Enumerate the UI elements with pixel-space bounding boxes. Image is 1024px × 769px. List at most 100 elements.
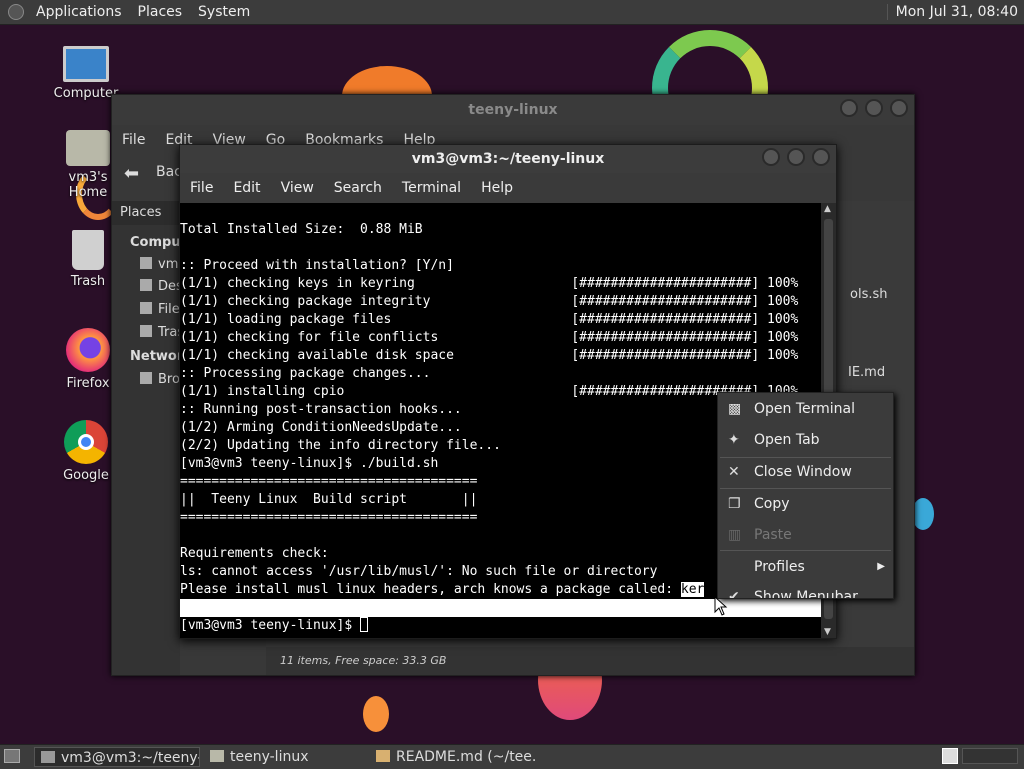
- context-menu: ▩ Open Terminal ✦ Open Tab ✕ Close Windo…: [717, 392, 894, 599]
- file-item[interactable]: IE.md: [848, 365, 885, 380]
- shell-prompt: [vm3@vm3 teeny-linux]$: [180, 618, 361, 633]
- sidebar-item-label: Browse Network: [158, 372, 180, 387]
- menu-item-show-menubar[interactable]: ✔ Show Menubar: [718, 583, 893, 599]
- workspace-switcher[interactable]: [962, 748, 1018, 764]
- folder-icon: [210, 750, 224, 762]
- sidebar-heading-network: Network: [130, 349, 180, 364]
- window-controls: [762, 148, 830, 166]
- sidebar-item-filesystem[interactable]: File System: [140, 302, 180, 317]
- home-folder-icon: [66, 130, 110, 166]
- close-button[interactable]: [812, 148, 830, 166]
- sidebar-heading-computer: Computer: [130, 235, 180, 250]
- menu-item-paste: ▥ Paste: [718, 521, 893, 549]
- back-arrow-icon[interactable]: ⬅: [124, 163, 139, 184]
- taskbar-item-label: teeny-linux: [230, 749, 309, 765]
- taskbar-item-text-editor[interactable]: README.md (~/tee...: [370, 747, 536, 767]
- distro-logo-icon[interactable]: [8, 4, 24, 20]
- terminal-prompt-line[interactable]: [vm3@vm3 teeny-linux]$: [180, 617, 821, 635]
- sidebar-item-label: Trash: [158, 325, 180, 340]
- sidebar-item-home[interactable]: vm3: [140, 257, 180, 272]
- minimize-button[interactable]: [840, 99, 858, 117]
- menu-file[interactable]: File: [112, 132, 155, 148]
- install-hint-text: Please install musl linux headers, arch …: [180, 582, 681, 597]
- computer-icon: [63, 46, 109, 82]
- wallpaper-shape: [363, 696, 389, 732]
- menu-item-open-tab[interactable]: ✦ Open Tab: [718, 426, 893, 454]
- menu-item-label: Profiles: [754, 559, 805, 575]
- maximize-button[interactable]: [865, 99, 883, 117]
- menu-edit[interactable]: Edit: [223, 180, 270, 196]
- sidebar-item-label: vm3: [158, 257, 180, 272]
- copy-icon: ❐: [728, 496, 741, 512]
- show-desktop-icon[interactable]: [4, 749, 20, 763]
- terminal-line: (1/1) checking package integrity [######…: [180, 294, 799, 309]
- menu-help[interactable]: Help: [471, 180, 523, 196]
- taskbar-item-label: README.md (~/tee...: [396, 749, 536, 765]
- menu-item-label: Open Tab: [754, 432, 820, 448]
- window-title[interactable]: teeny-linux: [112, 95, 914, 125]
- window-title[interactable]: vm3@vm3:~/teeny-linux: [180, 145, 836, 173]
- menu-item-profiles[interactable]: Profiles ▶: [718, 553, 893, 581]
- text-cursor: [360, 617, 369, 632]
- terminal-line: (1/1) checking keys in keyring [########…: [180, 276, 799, 291]
- file-item[interactable]: ols.sh: [850, 287, 887, 302]
- terminal-line: :: Processing package changes...: [180, 366, 431, 381]
- terminal-line: (1/1) loading package files [###########…: [180, 312, 799, 327]
- firefox-icon: [66, 328, 110, 372]
- menu-separator: [720, 550, 891, 551]
- sidebar-item-desktop[interactable]: Desktop: [140, 279, 180, 294]
- back-button[interactable]: Bac: [156, 164, 182, 180]
- desktop-icon-computer[interactable]: Computer: [48, 46, 124, 101]
- terminal-line: Total Installed Size: 0.88 MiB: [180, 222, 423, 237]
- taskbar-item-file-manager[interactable]: teeny-linux: [204, 747, 364, 767]
- paste-icon: ▥: [728, 527, 742, 543]
- scroll-up-icon[interactable]: ▲: [824, 204, 831, 214]
- taskbar-item-terminal[interactable]: vm3@vm3:~/teeny-...: [34, 747, 200, 767]
- menu-applications[interactable]: Applications: [28, 0, 130, 24]
- text-editor-icon: [376, 750, 390, 762]
- menu-item-copy[interactable]: ❐ Copy: [718, 490, 893, 518]
- terminal-icon: ▩: [728, 401, 742, 417]
- trash-icon: [140, 325, 152, 337]
- sidebar-item-browse-network[interactable]: Browse Network: [140, 372, 180, 387]
- clock[interactable]: Mon Jul 31, 08:40: [886, 4, 1024, 20]
- sidebar-item-trash[interactable]: Trash: [140, 325, 180, 340]
- terminal-menubar: File Edit View Search Terminal Help: [180, 173, 836, 203]
- network-icon: [140, 372, 152, 384]
- sidebar-item-label: Desktop: [158, 279, 180, 294]
- terminal-line: :: Proceed with installation? [Y/n]: [180, 258, 454, 273]
- drive-icon: [140, 302, 152, 314]
- menu-item-label: Paste: [754, 527, 792, 543]
- menu-file[interactable]: File: [180, 180, 223, 196]
- workspace-switcher-1[interactable]: [942, 748, 958, 764]
- trash-icon: [72, 230, 104, 270]
- window-controls: [840, 99, 908, 117]
- selected-text: usl: [180, 600, 204, 615]
- menu-terminal[interactable]: Terminal: [392, 180, 471, 196]
- menu-item-label: Show Menubar: [754, 589, 858, 599]
- taskbar-item-label: vm3@vm3:~/teeny-...: [61, 750, 199, 766]
- close-button[interactable]: [890, 99, 908, 117]
- check-icon: ✔: [728, 589, 740, 599]
- menu-item-close-window[interactable]: ✕ Close Window: [718, 458, 893, 486]
- menu-item-label: Copy: [754, 496, 790, 512]
- menu-item-label: Open Terminal: [754, 401, 856, 417]
- minimize-button[interactable]: [762, 148, 780, 166]
- menu-system[interactable]: System: [190, 0, 258, 24]
- scroll-down-icon[interactable]: ▼: [824, 627, 831, 637]
- menu-item-open-terminal[interactable]: ▩ Open Terminal: [718, 395, 893, 423]
- status-bar: 11 items, Free space: 33.3 GB: [266, 647, 914, 675]
- menu-separator: [720, 488, 891, 489]
- top-panel: Applications Places System Mon Jul 31, 0…: [0, 0, 1024, 25]
- menu-view[interactable]: View: [271, 180, 324, 196]
- sidebar: [112, 201, 180, 675]
- bottom-panel: vm3@vm3:~/teeny-... teeny-linux README.m…: [0, 744, 1024, 769]
- menu-search[interactable]: Search: [324, 180, 392, 196]
- places-dropdown[interactable]: Places: [112, 201, 180, 225]
- terminal-line: (1/1) checking available disk space [###…: [180, 348, 799, 363]
- new-tab-icon: ✦: [728, 432, 740, 448]
- maximize-button[interactable]: [787, 148, 805, 166]
- menu-places[interactable]: Places: [130, 0, 191, 24]
